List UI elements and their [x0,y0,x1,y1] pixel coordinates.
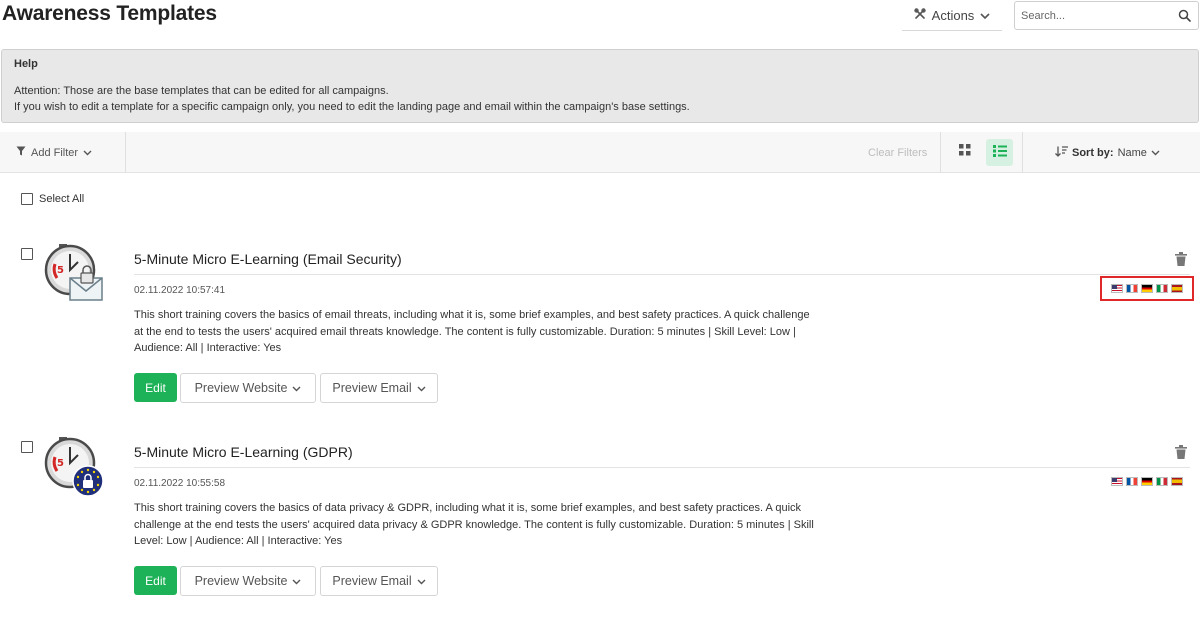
flag-fr-icon [1126,284,1138,293]
grid-icon [959,143,971,161]
chevron-down-icon [83,147,92,159]
template-date: 02.11.2022 10:55:58 [134,478,226,489]
language-flags [1111,477,1183,486]
card-divider [134,274,1190,275]
select-all-checkbox[interactable] [21,193,33,205]
add-filter-button[interactable]: Add Filter [16,132,92,173]
toolbar-divider [125,132,126,173]
list-icon [992,144,1007,162]
search-input[interactable] [1021,9,1171,22]
flag-us-icon [1111,284,1123,293]
svg-text:5: 5 [57,265,64,276]
select-all[interactable]: Select All [21,193,84,205]
flag-de-icon [1141,477,1153,486]
template-checkbox[interactable] [21,441,33,453]
template-title[interactable]: 5-Minute Micro E-Learning (Email Securit… [134,251,402,267]
flag-es-icon [1171,284,1183,293]
sort-by-label: Sort by: [1072,146,1114,159]
select-all-label: Select All [39,193,85,205]
template-card: 5 5-Minute Micro E-Learning (GDPR) 02.11… [0,435,1200,617]
help-text-line: If you wish to edit a template for a spe… [14,101,690,113]
flag-fr-icon [1126,477,1138,486]
actions-label: Actions [931,8,975,23]
actions-dropdown[interactable]: Actions [902,1,1002,31]
help-text-line: Attention: Those are the base templates … [14,85,389,97]
template-description: This short training covers the basics of… [134,309,810,354]
toolbar-divider [1022,132,1023,173]
page-title: Awareness Templates [2,2,217,25]
language-flags [1100,276,1194,301]
preview-email-button[interactable]: Preview Email [320,566,438,596]
template-checkbox[interactable] [21,248,33,260]
chevron-down-icon [1151,147,1160,159]
flag-de-icon [1141,284,1153,293]
grid-view-button[interactable] [952,139,978,165]
preview-website-label: Preview Website [194,381,288,395]
template-date: 02.11.2022 10:57:41 [134,285,226,296]
preview-email-label: Preview Email [332,574,412,588]
clear-filters-button[interactable]: Clear Filters [868,132,927,173]
template-title[interactable]: 5-Minute Micro E-Learning (GDPR) [134,444,353,460]
help-panel: Help Attention: Those are the base templ… [1,49,1199,123]
trash-icon[interactable] [1175,252,1187,266]
edit-button[interactable]: Edit [134,566,177,595]
toolbar-divider [940,132,941,173]
flag-us-icon [1111,477,1123,486]
flag-es-icon [1171,477,1183,486]
search-box [1014,1,1199,30]
card-divider [134,467,1190,468]
chevron-down-icon [417,381,426,395]
filter-toolbar: Add Filter Clear Filters [0,132,1200,173]
edit-button[interactable]: Edit [134,373,177,402]
help-title: Help [14,58,38,70]
stopwatch-eu-lock-icon: 5 [42,435,108,501]
trash-icon[interactable] [1175,445,1187,459]
flag-it-icon [1156,284,1168,293]
sort-value: Name [1117,146,1147,159]
chevron-down-icon [980,8,990,23]
list-view-button[interactable] [986,139,1013,166]
template-description: This short training covers the basics of… [134,502,814,547]
search-icon[interactable] [1178,9,1192,23]
chevron-down-icon [417,574,426,588]
svg-text:5: 5 [57,458,64,469]
chevron-down-icon [292,381,301,395]
sort-icon [1055,145,1068,160]
tools-icon [913,8,926,23]
flag-it-icon [1156,477,1168,486]
preview-website-label: Preview Website [194,574,288,588]
add-filter-label: Add Filter [31,146,79,159]
filter-icon [16,146,26,159]
preview-website-button[interactable]: Preview Website [180,373,316,403]
preview-website-button[interactable]: Preview Website [180,566,316,596]
preview-email-label: Preview Email [332,381,412,395]
stopwatch-email-lock-icon: 5 [42,242,108,308]
chevron-down-icon [292,574,301,588]
sort-dropdown[interactable]: Sort by: Name [1055,132,1160,173]
preview-email-button[interactable]: Preview Email [320,373,438,403]
template-card: 5 5-Minute Micro E-Learning (Email Secur… [0,242,1200,432]
